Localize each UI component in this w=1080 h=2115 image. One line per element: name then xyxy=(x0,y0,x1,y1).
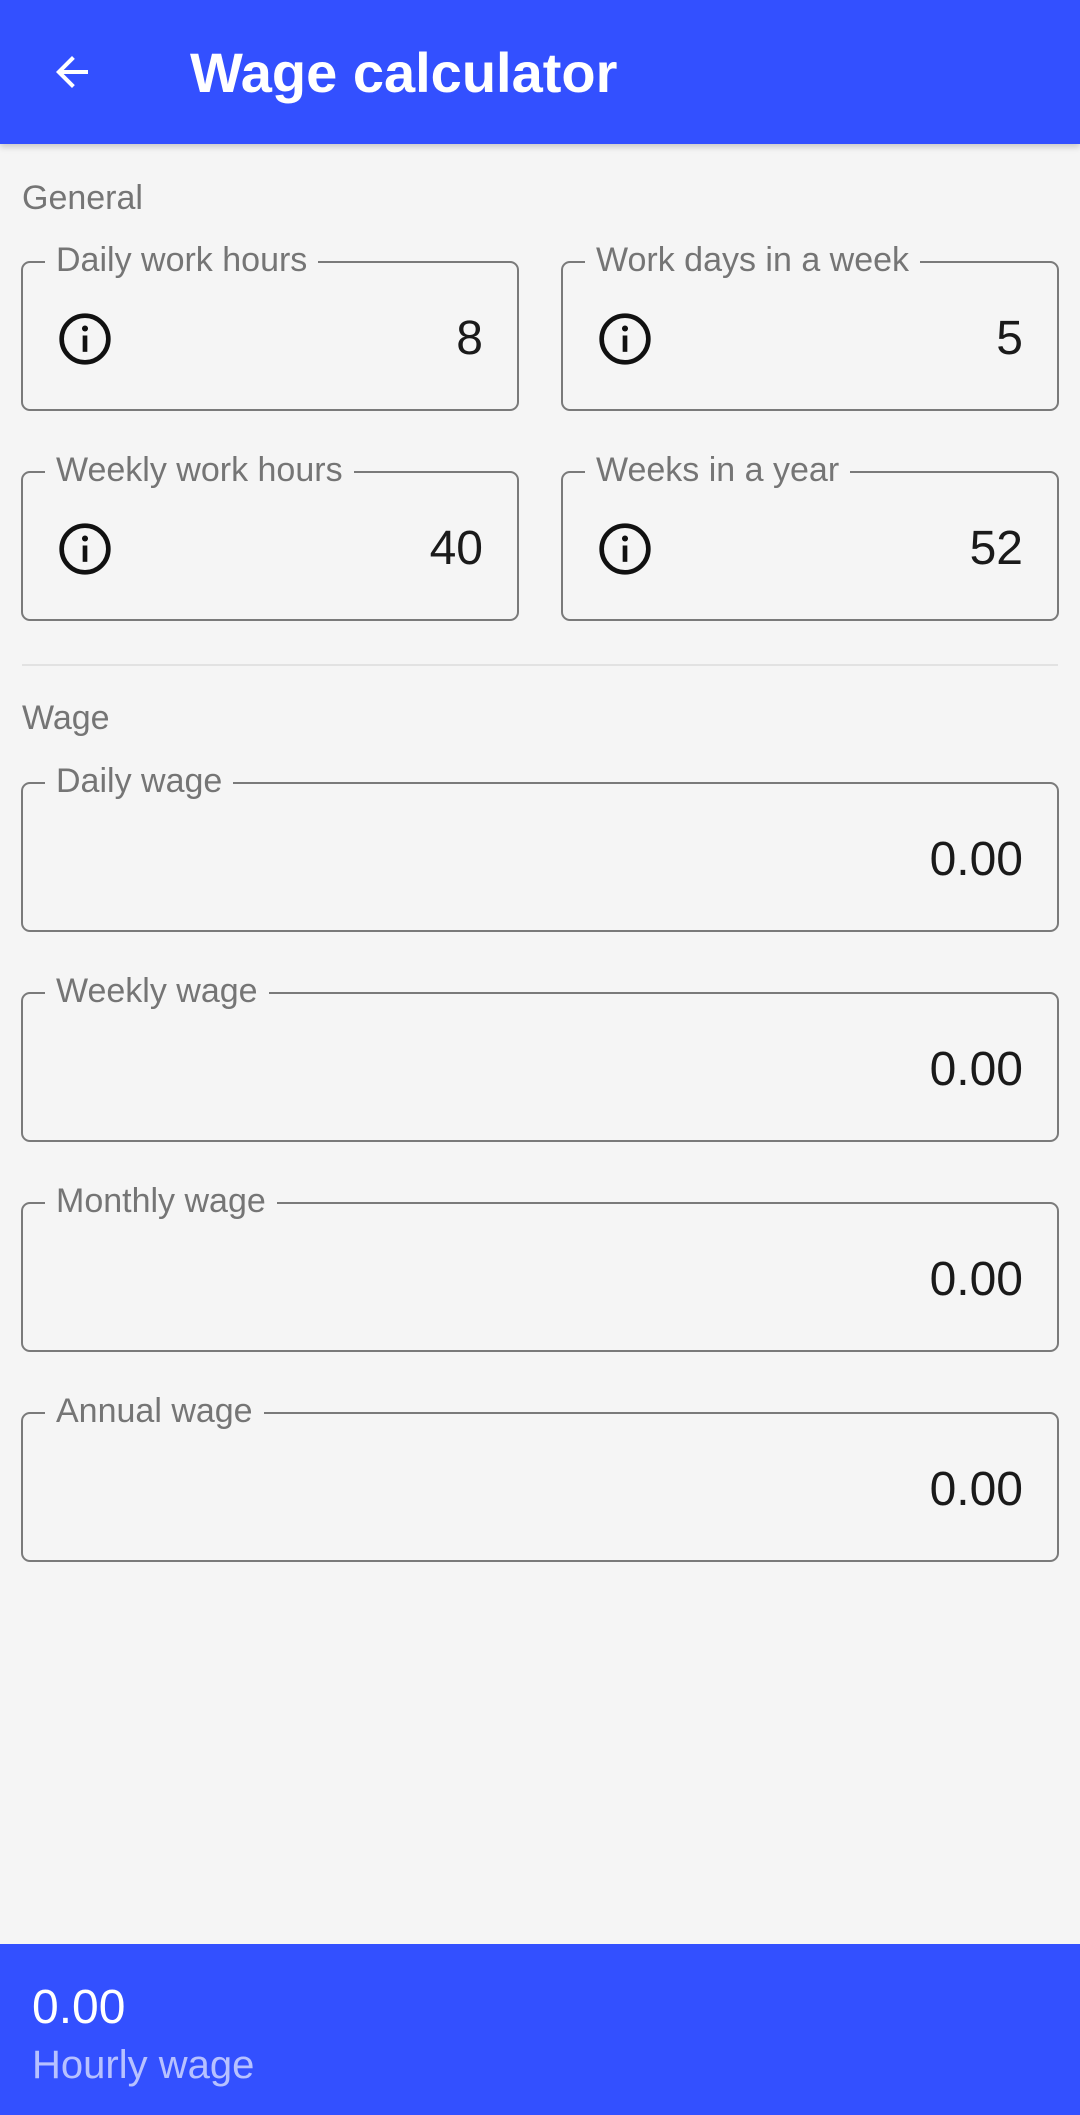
section-label-wage: Wage xyxy=(22,699,110,737)
hourly-wage-bar xyxy=(0,1944,1080,2115)
daily-wage-value: 0.00 xyxy=(929,833,1023,886)
field-label: Daily wage xyxy=(45,759,234,803)
back-button[interactable] xyxy=(34,34,110,110)
work-days-in-week-value: 5 xyxy=(996,312,1023,365)
field-label: Weeks in a year xyxy=(585,448,851,492)
info-icon[interactable] xyxy=(597,521,653,577)
daily-work-hours-value: 8 xyxy=(456,312,483,365)
page-title: Wage calculator xyxy=(190,41,618,104)
weekly-wage-field[interactable]: Weekly wage 0.00 xyxy=(21,969,1059,1142)
monthly-wage-field[interactable]: Monthly wage 0.00 xyxy=(21,1179,1059,1352)
field-label: Weekly work hours xyxy=(45,448,354,492)
field-label: Daily work hours xyxy=(45,238,319,282)
field-label: Work days in a week xyxy=(585,238,921,282)
hourly-wage-label: Hourly wage xyxy=(32,2043,255,2087)
field-label: Weekly wage xyxy=(45,969,269,1013)
app-bar: Wage calculator xyxy=(0,0,1080,144)
field-label: Annual wage xyxy=(45,1389,264,1433)
weeks-in-year-field[interactable]: Weeks in a year 52 xyxy=(561,448,1059,621)
section-label-general: General xyxy=(22,179,143,217)
arrow-left-icon xyxy=(56,56,88,88)
info-icon[interactable] xyxy=(597,311,653,367)
annual-wage-value: 0.00 xyxy=(929,1463,1023,1516)
annual-wage-field[interactable]: Annual wage 0.00 xyxy=(21,1389,1059,1562)
field-label: Monthly wage xyxy=(45,1179,277,1223)
daily-wage-field[interactable]: Daily wage 0.00 xyxy=(21,759,1059,932)
weekly-work-hours-value: 40 xyxy=(429,522,483,575)
weekly-wage-value: 0.00 xyxy=(929,1043,1023,1096)
work-days-in-week-field[interactable]: Work days in a week 5 xyxy=(561,238,1059,411)
monthly-wage-value: 0.00 xyxy=(929,1253,1023,1306)
section-divider xyxy=(22,664,1058,666)
info-icon[interactable] xyxy=(57,521,113,577)
weekly-work-hours-field[interactable]: Weekly work hours 40 xyxy=(21,448,519,621)
daily-work-hours-field[interactable]: Daily work hours 8 xyxy=(21,238,519,411)
info-icon[interactable] xyxy=(57,311,113,367)
hourly-wage-value: 0.00 xyxy=(32,1981,126,2034)
weeks-in-year-value: 52 xyxy=(969,522,1023,575)
